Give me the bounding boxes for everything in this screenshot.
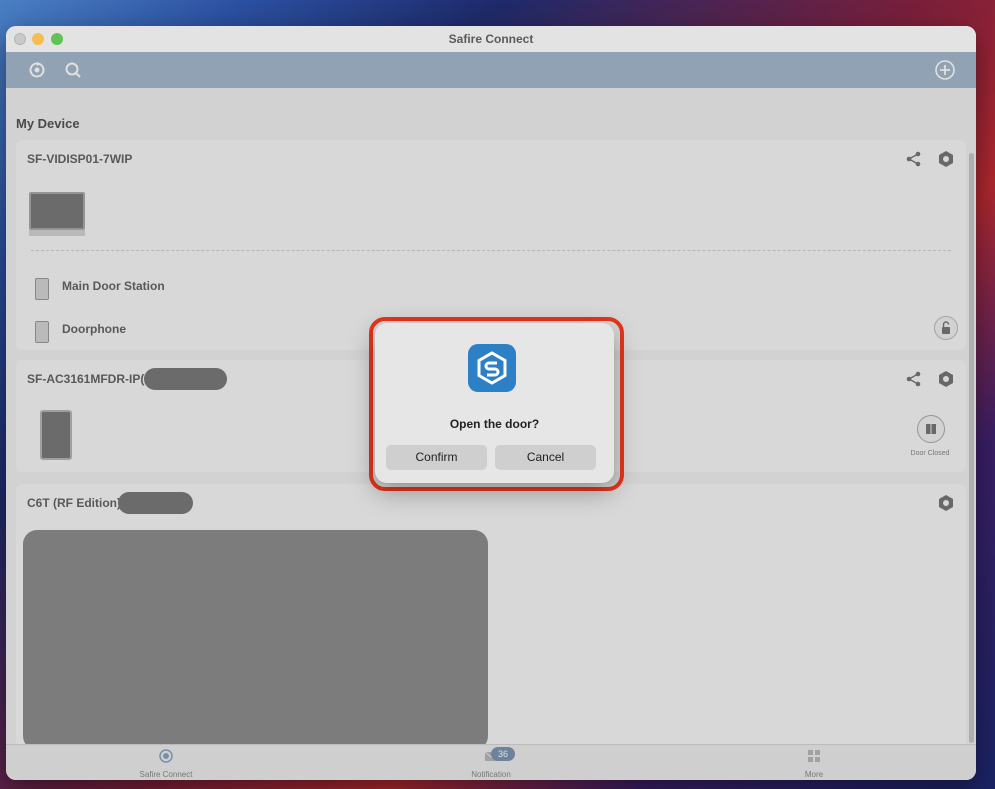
cancel-button[interactable]: Cancel: [495, 445, 596, 470]
window-title: Safire Connect: [448, 32, 534, 46]
safire-logo-icon: [468, 344, 516, 392]
title-bar: Safire Connect: [6, 26, 976, 53]
open-door-dialog: Open the door? Confirm Cancel: [375, 323, 614, 483]
dialog-message: Open the door?: [449, 417, 540, 431]
confirm-button[interactable]: Confirm: [386, 445, 487, 470]
